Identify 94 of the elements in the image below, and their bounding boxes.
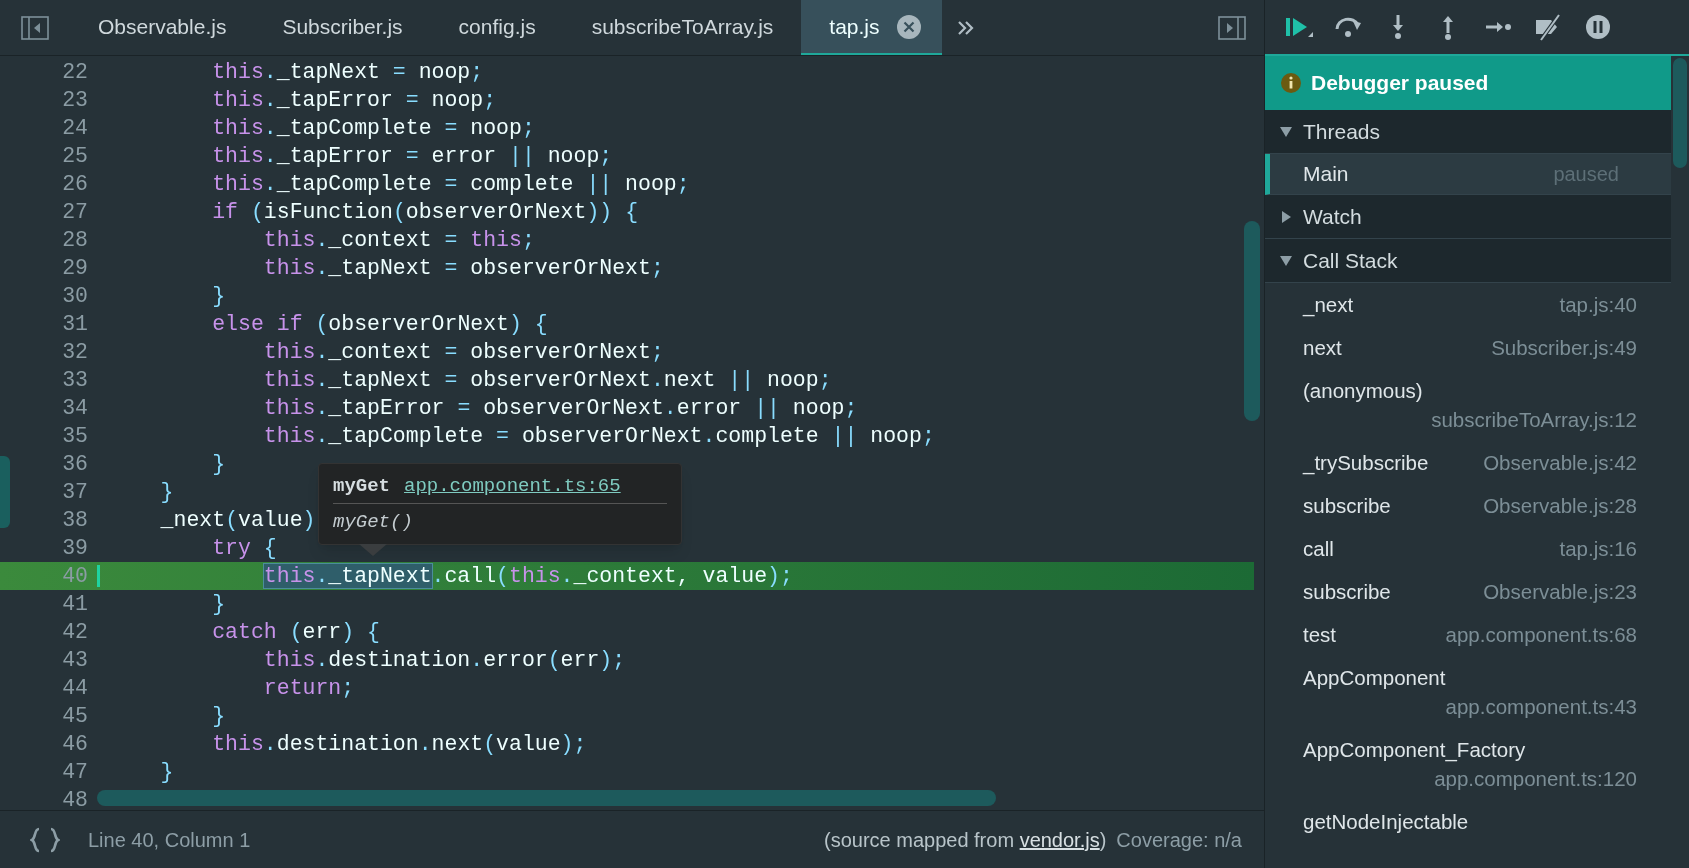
code-line: } [211,283,226,310]
code-line: } [211,591,226,618]
line-number: 29 [61,255,88,282]
code-line: this._tapNext = observerOrNext; [262,255,664,282]
code-line: this._tapError = noop; [211,87,497,114]
line-number: 31 [61,311,88,338]
expanded-triangle-icon[interactable] [1279,124,1293,139]
call-stack-frame[interactable]: AppComponent_Factory app.component.ts:120 [1265,728,1689,800]
paused-banner: Debugger paused [1265,56,1671,110]
line-number: 30 [61,283,88,310]
file-tab[interactable]: config.js [430,0,564,55]
code-line: this._context = observerOrNext; [262,339,664,366]
file-tab[interactable]: tap.js [801,0,942,55]
function-name: myGet [333,474,390,499]
line-number: 47 [61,759,88,786]
scroll-marker [0,456,10,528]
call-stack-frame[interactable]: subscribe Observable.js:28 [1265,484,1689,527]
line-number: 46 [61,731,88,758]
line-number: 35 [61,423,88,450]
line-number: 44 [61,675,88,702]
line-number: 24 [61,115,88,142]
code-line: } [159,479,174,506]
code-line: try { [211,535,277,562]
line-number: 48 [61,787,88,810]
code-line: return; [262,675,355,702]
code-line: this._tapError = error || noop; [211,143,613,170]
line-number: 43 [61,647,88,674]
code-line: this._tapNext = noop; [211,59,484,86]
line-number: 34 [61,395,88,422]
line-number: 38 [61,507,88,534]
call-stack-frame[interactable]: (anonymous) subscribeToArray.js:12 [1265,369,1689,441]
line-number: 26 [61,171,88,198]
code-line: this._context = this; [262,227,535,254]
cursor-position: Line 40, Column 1 [88,827,251,853]
sidebar-scrollbar-thumb[interactable] [1673,58,1687,168]
pretty-print-icon[interactable] [30,826,60,853]
close-icon[interactable] [895,13,922,40]
file-tab[interactable]: Observable.js [70,0,255,55]
call-stack-frame[interactable]: AppComponent app.component.ts:43 [1265,656,1689,728]
source-map-note: (source mapped from vendor.js) [824,827,1107,853]
pause-icon[interactable] [1583,13,1613,41]
call-stack-frame[interactable]: subscribe Observable.js:23 [1265,570,1689,613]
line-number: 22 [61,59,88,86]
line-number: 45 [61,703,88,730]
coverage-label: Coverage: n/a [1116,827,1242,853]
call-stack-frame[interactable]: getNodeInjectable [1265,800,1689,843]
code-line: _next(value) [159,507,316,534]
toggle-navigator-icon[interactable] [21,15,49,40]
file-tab[interactable]: subscribeToArray.js [563,0,802,55]
line-number: 41 [61,591,88,618]
function-signature: myGet() [333,509,414,535]
code-line: this._tapNext = observerOrNext.next || noop; [262,367,832,394]
line-number: 36 [61,451,88,478]
call-stack-frame[interactable]: _next tap.js:40 [1265,283,1689,326]
line-number: 42 [61,619,88,646]
code-line: } [211,451,226,478]
line-number: 39 [61,535,88,562]
code-line: } [159,759,174,786]
section-header[interactable]: Threads [1265,110,1671,154]
vertical-scrollbar-thumb[interactable] [1244,221,1260,421]
line-number: 25 [61,143,88,170]
file-tab[interactable]: Subscriber.js [254,0,431,55]
line-number: 32 [61,339,88,366]
source-link[interactable]: app.component.ts:65 [404,472,621,501]
section-header[interactable]: Call Stack [1265,239,1671,283]
toggle-sidebar-icon[interactable] [1218,15,1246,40]
line-number: 37 [61,479,88,506]
code-line: this._tapError = observerOrNext.error || noop; [262,395,858,422]
code-line: this._tapComplete = complete || noop; [211,171,690,198]
collapsed-triangle-icon[interactable] [1279,209,1293,224]
line-number: 27 [61,199,88,226]
code-line: this.destination.next(value); [211,731,587,758]
call-stack-frame[interactable]: test app.component.ts:68 [1265,613,1689,656]
code-line: catch (err) { [211,619,380,646]
vendor-link[interactable]: vendor.js [1019,828,1100,851]
call-stack-frame[interactable]: call tap.js:16 [1265,527,1689,570]
section-header[interactable]: Watch [1265,195,1671,239]
code-line: this._tapComplete = noop; [211,115,535,142]
call-stack-frame[interactable]: next Subscriber.js:49 [1265,326,1689,369]
call-stack-frame[interactable]: _trySubscribe Observable.js:42 [1265,441,1689,484]
info-icon [1281,73,1301,93]
line-number: 23 [61,87,88,114]
code-line: } [211,703,226,730]
line-number: 33 [61,367,88,394]
expanded-triangle-icon[interactable] [1279,253,1293,268]
code-line: this.destination.error(err); [262,647,626,674]
code-line: this._tapNext.call(this._context, value); [262,563,793,590]
code-line: else if (observerOrNext) { [211,311,548,338]
line-number: 28 [61,227,88,254]
deactivate-breakpoints-icon[interactable] [1533,13,1563,41]
code-line: this._tapComplete = observerOrNext.complete || noop; [262,423,935,450]
code-line: if (isFunction(observerOrNext)) { [211,199,639,226]
line-number: 40 [61,563,88,590]
horizontal-scrollbar-thumb[interactable] [97,790,996,806]
